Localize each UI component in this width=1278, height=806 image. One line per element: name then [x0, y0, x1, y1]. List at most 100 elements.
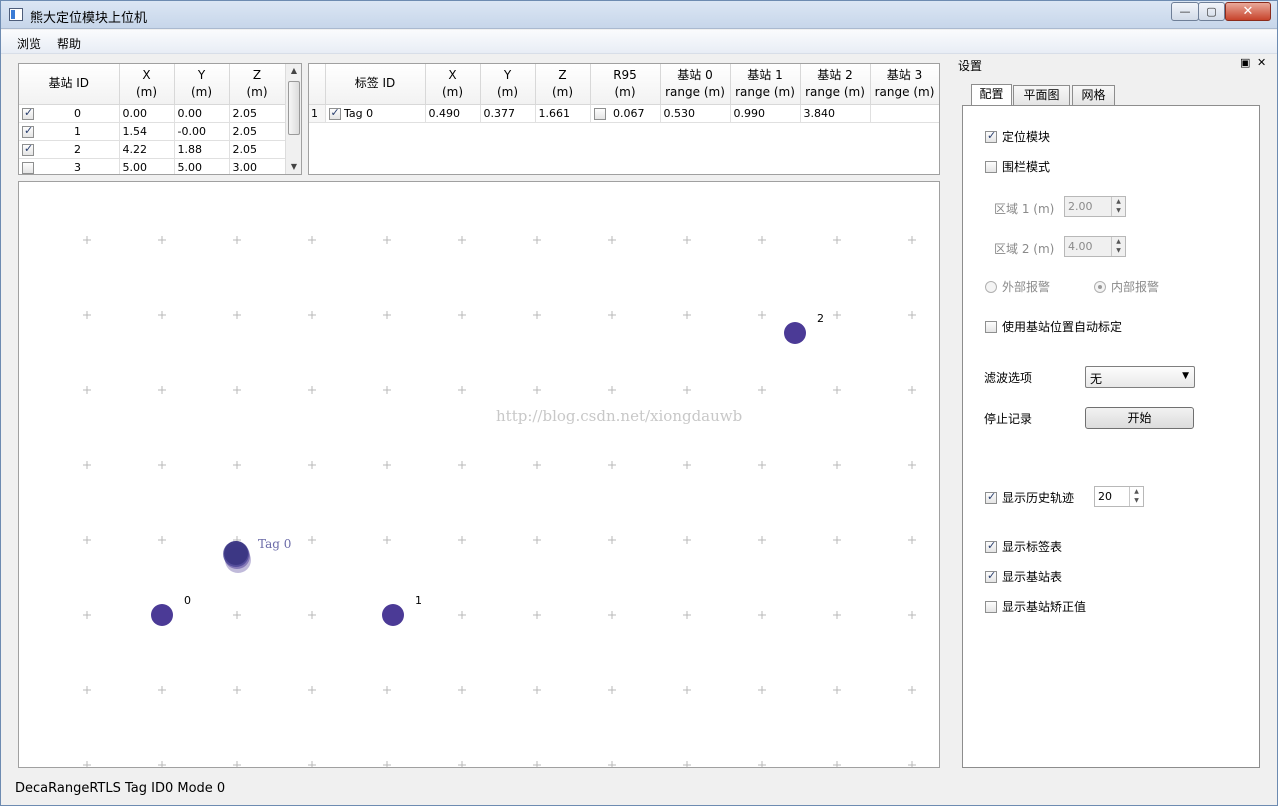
- spin-down-icon[interactable]: ▼: [1112, 206, 1125, 215]
- grid-plus-icon: [83, 611, 91, 619]
- tag-position: [224, 541, 248, 565]
- grid-plus-icon: [908, 386, 916, 394]
- grid-plus-icon: [383, 761, 391, 767]
- zone1-spinbox[interactable]: 2.00 ▲ ▼: [1064, 196, 1126, 217]
- tag-0-marker[interactable]: [223, 541, 251, 573]
- locate-module-option[interactable]: 定位模块: [985, 128, 1050, 145]
- tag-header-r95[interactable]: R95 (m): [590, 64, 661, 105]
- table-row[interactable]: 1 Tag 0 0.490 0.377 1.661 0.067 0.530 0.…: [309, 104, 939, 123]
- anchor-header-id[interactable]: 基站 ID: [19, 64, 120, 105]
- grid-plus-icon: [608, 386, 616, 394]
- grid-plus-icon: [83, 236, 91, 244]
- anchor-0-marker[interactable]: [151, 604, 173, 626]
- grid-plus-icon: [608, 686, 616, 694]
- menu-browse[interactable]: 浏览: [17, 35, 41, 52]
- grid-plus-icon: [608, 761, 616, 767]
- floorplan-canvas[interactable]: http://blog.csdn.net/xiongdauwb Tag 0 0 …: [18, 181, 940, 768]
- show-anchor-correction-option[interactable]: 显示基站矫正值: [985, 598, 1086, 615]
- inner-alarm-radio[interactable]: 内部报警: [1094, 278, 1159, 295]
- grid-plus-icon: [833, 461, 841, 469]
- tab-config[interactable]: 配置: [971, 84, 1012, 105]
- menu-help[interactable]: 帮助: [57, 35, 81, 52]
- scroll-up-icon[interactable]: ▲: [286, 64, 301, 78]
- scroll-down-icon[interactable]: ▼: [286, 160, 301, 174]
- radio-icon[interactable]: [1094, 280, 1106, 293]
- grid-plus-icon: [158, 386, 166, 394]
- spin-down-icon[interactable]: ▼: [1130, 496, 1143, 505]
- close-button[interactable]: ✕: [1225, 2, 1271, 21]
- zone2-spinbox[interactable]: 4.00 ▲ ▼: [1064, 236, 1126, 257]
- spin-down-icon[interactable]: ▼: [1112, 246, 1125, 255]
- tag-header-range0[interactable]: 基站 0 range (m): [660, 64, 731, 105]
- grid-plus-icon: [533, 311, 541, 319]
- grid-plus-icon: [308, 686, 316, 694]
- grid-plus-icon: [158, 536, 166, 544]
- show-anchor-table-option[interactable]: 显示基站表: [985, 568, 1062, 585]
- fence-mode-option[interactable]: 围栏模式: [985, 158, 1050, 175]
- anchor-header-z[interactable]: Z (m): [229, 64, 286, 105]
- tab-floorplan[interactable]: 平面图: [1013, 85, 1070, 106]
- anchor-3-checkbox[interactable]: [22, 161, 34, 174]
- grid-plus-icon: [533, 536, 541, 544]
- tag-header-z[interactable]: Z (m): [535, 64, 591, 105]
- tag-header-y[interactable]: Y (m): [480, 64, 536, 105]
- table-row[interactable]: 0 0.00 0.00 2.05: [19, 104, 286, 123]
- table-row[interactable]: 2 4.22 1.88 2.05: [19, 140, 286, 159]
- outer-alarm-radio[interactable]: 外部报警: [985, 278, 1050, 295]
- anchor-1-marker[interactable]: [382, 604, 404, 626]
- grid-plus-icon: [158, 761, 166, 767]
- tag-header-id[interactable]: 标签 ID: [325, 64, 426, 105]
- minimize-button[interactable]: —: [1171, 2, 1199, 21]
- auto-calibration-checkbox[interactable]: [985, 320, 997, 333]
- history-checkbox[interactable]: [985, 490, 997, 504]
- watermark: http://blog.csdn.net/xiongdauwb: [496, 407, 742, 425]
- anchor-2-marker[interactable]: [784, 322, 806, 344]
- grid-plus-icon: [308, 311, 316, 319]
- close-icon[interactable]: ✕: [1257, 56, 1266, 69]
- spin-up-icon[interactable]: ▲: [1112, 197, 1125, 206]
- grid-plus-icon: [158, 311, 166, 319]
- tag-0-r95-checkbox[interactable]: [593, 107, 606, 120]
- spin-up-icon[interactable]: ▲: [1130, 487, 1143, 496]
- radio-icon[interactable]: [985, 280, 997, 293]
- grid-plus-icon: [83, 311, 91, 319]
- grid-plus-icon: [233, 236, 241, 244]
- show-tag-table-checkbox[interactable]: [985, 539, 997, 553]
- tag-header-range2[interactable]: 基站 2 range (m): [800, 64, 871, 105]
- grid-plus-icon: [83, 761, 91, 767]
- filter-select[interactable]: 无 ▼: [1085, 366, 1195, 388]
- tag-0-checkbox[interactable]: [328, 106, 341, 120]
- anchor-1-checkbox[interactable]: [22, 124, 34, 138]
- anchor-header-y[interactable]: Y (m): [174, 64, 230, 105]
- maximize-button[interactable]: ▢: [1198, 2, 1225, 21]
- locate-module-checkbox[interactable]: [985, 129, 997, 143]
- grid-plus-icon: [308, 386, 316, 394]
- table-row[interactable]: 3 5.00 5.00 3.00: [19, 158, 286, 174]
- status-bar: DecaRangeRTLS Tag ID0 Mode 0: [1, 778, 1277, 805]
- grid-plus-icon: [533, 386, 541, 394]
- tag-header-range3[interactable]: 基站 3 range (m): [870, 64, 939, 105]
- start-log-button[interactable]: 开始: [1085, 407, 1194, 429]
- show-anchor-table-checkbox[interactable]: [985, 569, 997, 583]
- anchor-0-checkbox[interactable]: [22, 106, 34, 120]
- scroll-thumb[interactable]: [288, 81, 300, 135]
- history-length-spinbox[interactable]: 20 ▲ ▼: [1094, 486, 1144, 507]
- status-text: DecaRangeRTLS Tag ID0 Mode 0: [15, 781, 226, 796]
- tag-header-x[interactable]: X (m): [425, 64, 481, 105]
- fence-mode-checkbox[interactable]: [985, 160, 997, 173]
- history-option[interactable]: 显示历史轨迹: [985, 489, 1074, 506]
- anchor-2-checkbox[interactable]: [22, 142, 34, 156]
- main-window: 熊大定位模块上位机 — ▢ ✕ 浏览 帮助 基站 ID X (m) Y (m) Z(…: [0, 0, 1278, 806]
- float-icon[interactable]: ▣: [1240, 56, 1250, 69]
- anchor-table-scrollbar[interactable]: ▲ ▼: [285, 64, 301, 174]
- show-tag-table-option[interactable]: 显示标签表: [985, 538, 1062, 555]
- tab-grid[interactable]: 网格: [1072, 85, 1115, 106]
- auto-calibration-option[interactable]: 使用基站位置自动标定: [985, 318, 1122, 335]
- tag-header-range1[interactable]: 基站 1 range (m): [730, 64, 801, 105]
- spin-up-icon[interactable]: ▲: [1112, 237, 1125, 246]
- show-anchor-correction-checkbox[interactable]: [985, 600, 997, 613]
- grid-plus-icon: [908, 761, 916, 767]
- anchor-header-x[interactable]: X (m): [119, 64, 175, 105]
- table-row[interactable]: 1 1.54 -0.00 2.05: [19, 122, 286, 141]
- floorplan-svg[interactable]: http://blog.csdn.net/xiongdauwb Tag 0 0 …: [19, 182, 939, 767]
